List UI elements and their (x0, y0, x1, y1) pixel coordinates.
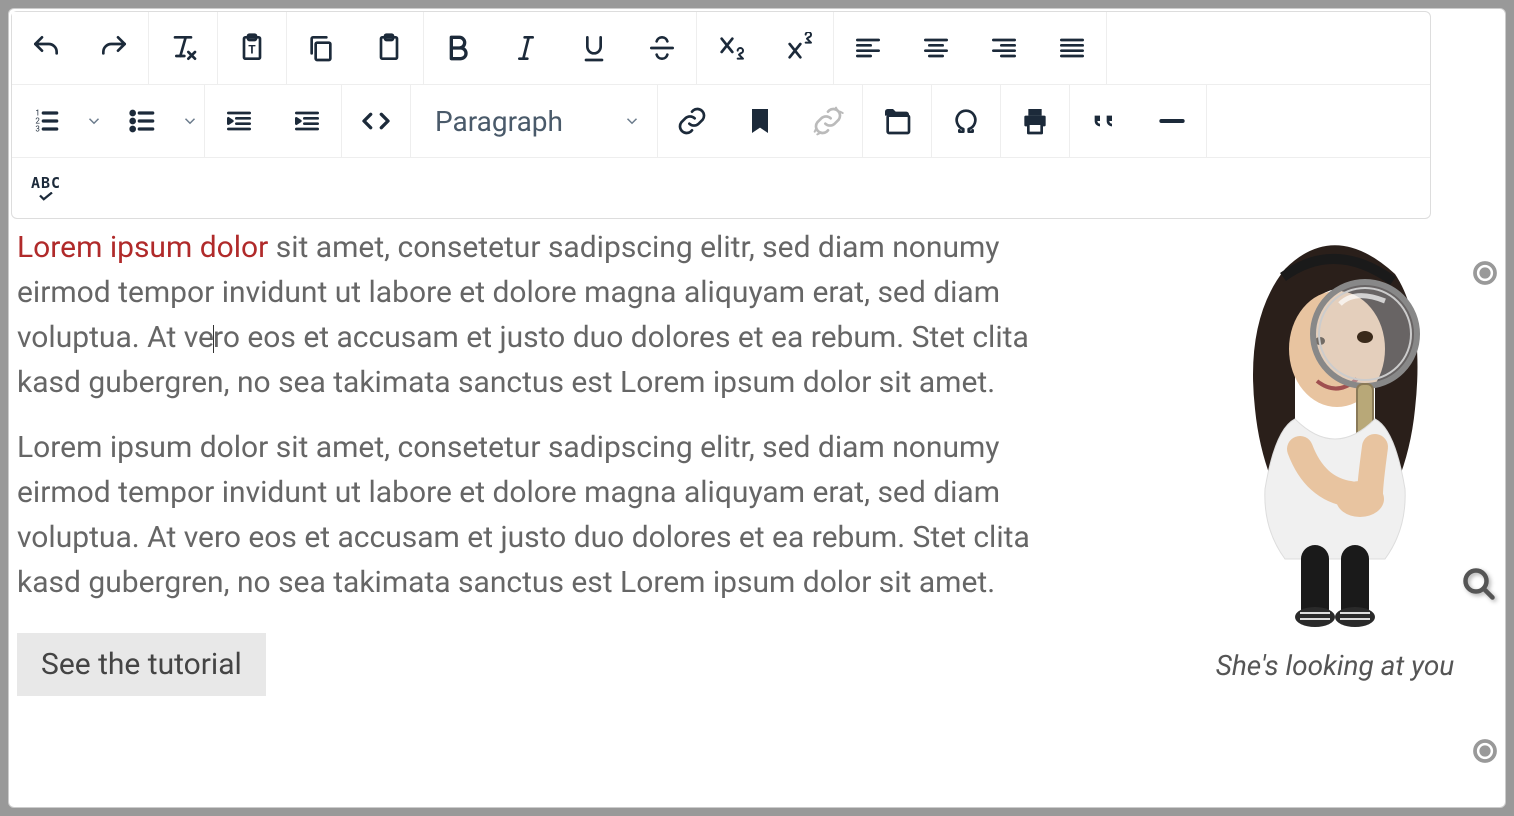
redo-button[interactable] (80, 12, 148, 84)
link-button[interactable] (658, 85, 726, 157)
unlink-button[interactable] (794, 85, 862, 157)
superscript-button[interactable] (765, 12, 833, 84)
see-tutorial-button[interactable]: See the tutorial (17, 633, 266, 696)
copy-button[interactable] (287, 12, 355, 84)
subscript-button[interactable] (697, 12, 765, 84)
align-center-button[interactable] (902, 12, 970, 84)
image-caption: She's looking at you (1185, 649, 1485, 682)
svg-text:3: 3 (35, 125, 40, 134)
blockquote-button[interactable] (1070, 85, 1138, 157)
clear-format-button[interactable] (149, 12, 217, 84)
toolbar: T (11, 11, 1431, 219)
editor: T (8, 8, 1506, 808)
outdent-button[interactable] (205, 85, 273, 157)
ordered-list-dropdown[interactable] (80, 85, 108, 157)
bookmark-button[interactable] (726, 85, 794, 157)
paragraph-format-label: Paragraph (435, 105, 563, 138)
print-button[interactable] (1001, 85, 1069, 157)
ordered-list-button[interactable]: 123 (12, 85, 80, 157)
spellcheck-button[interactable]: ABC (12, 158, 80, 218)
resize-handle-bottom[interactable] (1470, 736, 1500, 766)
underline-button[interactable] (560, 12, 628, 84)
lorem-link[interactable]: Lorem ipsum dolor (17, 230, 268, 265)
content-editable-area[interactable]: She's looking at you Lorem ipsum dolor s… (9, 221, 1505, 807)
indent-button[interactable] (273, 85, 341, 157)
align-right-button[interactable] (970, 12, 1038, 84)
unordered-list-dropdown[interactable] (176, 85, 204, 157)
toolbar-row-2: 123 Paragraph (12, 85, 1430, 158)
zoom-icon[interactable] (1461, 566, 1497, 602)
paste-text-button[interactable]: T (218, 12, 286, 84)
person-with-magnifier-image[interactable] (1205, 229, 1465, 629)
paste-button[interactable] (355, 12, 423, 84)
horizontal-rule-button[interactable] (1138, 85, 1206, 157)
paragraph-1[interactable]: Lorem ipsum dolor sit amet, consetetur s… (17, 225, 1077, 405)
resize-handle-top[interactable] (1470, 258, 1500, 288)
italic-button[interactable] (492, 12, 560, 84)
spellcheck-label: ABC (31, 174, 61, 192)
code-button[interactable] (342, 85, 410, 157)
paragraph-2[interactable]: Lorem ipsum dolor sit amet, consetetur s… (17, 425, 1077, 605)
svg-text:T: T (248, 42, 256, 56)
file-browser-button[interactable] (863, 85, 931, 157)
bold-button[interactable] (424, 12, 492, 84)
align-justify-button[interactable] (1038, 12, 1106, 84)
image-figure: She's looking at you (1185, 229, 1485, 682)
toolbar-row-3: ABC (12, 158, 1430, 218)
toolbar-row-1: T (12, 12, 1430, 85)
unordered-list-button[interactable] (108, 85, 176, 157)
strikethrough-button[interactable] (628, 12, 696, 84)
special-char-button[interactable] (932, 85, 1000, 157)
paragraph-format-select[interactable]: Paragraph (411, 85, 658, 157)
undo-button[interactable] (12, 12, 80, 84)
align-left-button[interactable] (834, 12, 902, 84)
